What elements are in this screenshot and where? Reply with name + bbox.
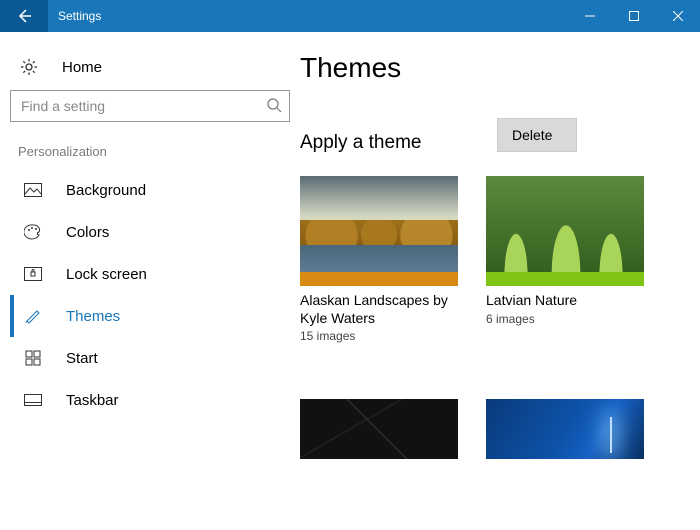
theme-card[interactable] [486,399,644,459]
accent-strip [486,272,644,286]
theme-name: Alaskan Landscapes by Kyle Waters [300,292,458,327]
titlebar: Settings [0,0,700,32]
accent-strip [300,272,458,286]
search-icon [266,97,282,118]
theme-count: 6 images [486,312,644,326]
context-menu: Delete [497,118,577,152]
theme-thumbnail [300,176,458,286]
sidebar-item-label: Taskbar [66,392,119,409]
sidebar-item-themes[interactable]: Themes [10,295,290,337]
theme-count: 15 images [300,329,458,343]
minimize-icon [585,11,595,21]
theme-thumbnail [300,399,458,459]
theme-card[interactable]: Alaskan Landscapes by Kyle Waters 15 ima… [300,176,458,343]
picture-icon [22,183,44,197]
theme-card[interactable]: Latvian Nature 6 images [486,176,644,343]
maximize-icon [629,11,639,21]
sidebar-item-start[interactable]: Start [10,337,290,379]
section-header: Personalization [10,144,290,169]
sidebar-item-taskbar[interactable]: Taskbar [10,379,290,421]
gear-icon [18,58,40,76]
sidebar-item-label: Lock screen [66,266,147,283]
sidebar-item-lock-screen[interactable]: Lock screen [10,253,290,295]
search-input[interactable] [10,90,290,122]
theme-thumbnail [486,176,644,286]
theme-thumbnail [486,399,644,459]
paint-icon [22,308,44,324]
start-icon [22,350,44,366]
sidebar-item-label: Themes [66,308,120,325]
home-button[interactable]: Home [10,50,290,90]
maximize-button[interactable] [612,0,656,32]
page-title: Themes [300,52,700,84]
lock-screen-icon [22,267,44,281]
window-title: Settings [48,9,568,23]
minimize-button[interactable] [568,0,612,32]
arrow-left-icon [15,7,33,25]
sidebar-item-label: Start [66,350,98,367]
sidebar-item-background[interactable]: Background [10,169,290,211]
close-button[interactable] [656,0,700,32]
sidebar-item-colors[interactable]: Colors [10,211,290,253]
back-button[interactable] [0,0,48,32]
palette-icon [22,224,44,240]
sidebar-item-label: Background [66,182,146,199]
theme-card[interactable] [300,399,458,459]
taskbar-icon [22,394,44,406]
sidebar-item-label: Colors [66,224,109,241]
context-menu-delete[interactable]: Delete [498,119,576,151]
theme-name: Latvian Nature [486,292,644,310]
home-label: Home [62,59,102,76]
close-icon [673,11,683,21]
sidebar: Home Personalization Background Colors [0,32,300,530]
main-panel: Themes Apply a theme Delete Alaskan Land… [300,32,700,530]
